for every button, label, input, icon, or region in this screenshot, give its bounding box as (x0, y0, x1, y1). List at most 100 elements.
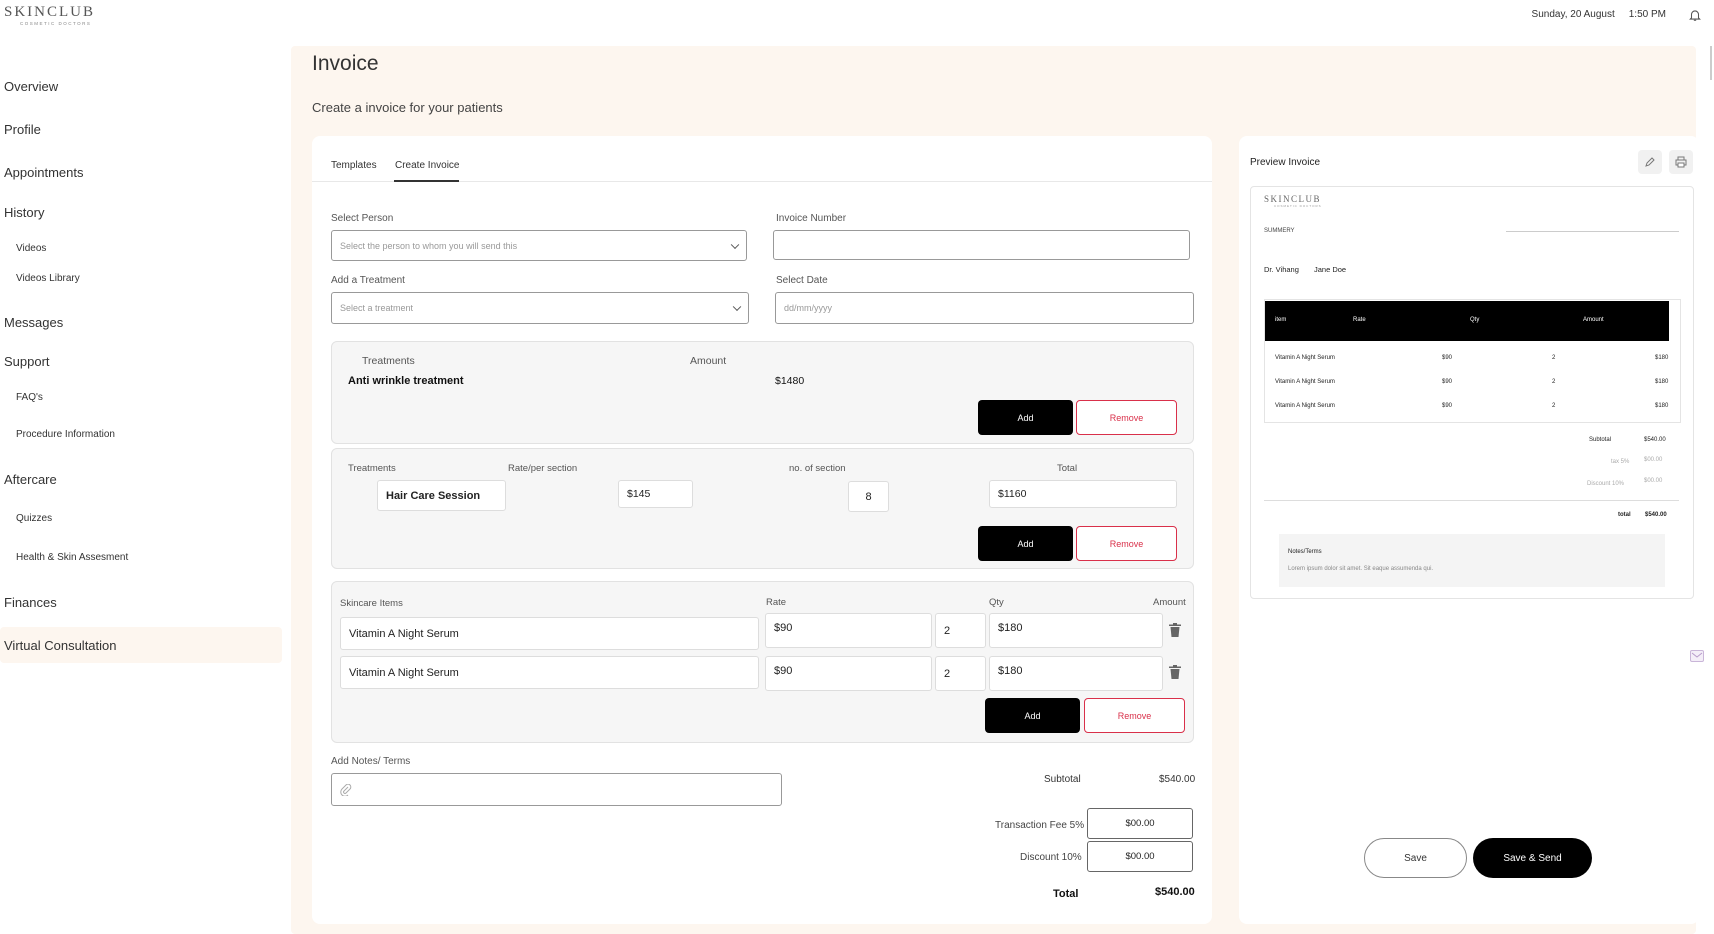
preview-total-label: total (1618, 512, 1631, 518)
printer-icon (1675, 156, 1687, 168)
preview-table-header (1265, 301, 1669, 341)
datetime: Sunday, 20 August 1:50 PM (1532, 9, 1666, 20)
skincare-rate-input[interactable]: $90 (765, 656, 932, 691)
skincare-amount-input[interactable]: $180 (989, 613, 1163, 648)
pencil-icon (1645, 157, 1655, 167)
preview-tax-value: $00.00 (1644, 457, 1663, 463)
col-amount: Amount (1153, 597, 1186, 608)
date-text: Sunday, 20 August (1531, 9, 1615, 20)
preview-row-rate: $90 (1442, 379, 1453, 385)
col-treatments: Treatments (348, 463, 396, 474)
preview-discount-value: $00.00 (1644, 478, 1663, 484)
preview-row-item: Vitamin A Night Serum (1275, 379, 1335, 385)
select-person-dropdown[interactable]: Select the person to whom you will send … (331, 230, 747, 261)
skincare-item-input[interactable]: Vitamin A Night Serum (340, 617, 759, 650)
select-person-placeholder: Select the person to whom you will send … (340, 240, 518, 251)
session-name-input[interactable]: Hair Care Session (377, 480, 506, 511)
col-skincare-items: Skincare Items (340, 598, 403, 609)
sidebar-item-messages[interactable]: Messages (4, 315, 63, 330)
preview-th-amount: Amount (1583, 317, 1604, 323)
treatment-dropdown[interactable]: Select a treatment (331, 292, 749, 324)
session-rate-input[interactable]: $145 (618, 480, 693, 508)
message-icon[interactable] (1690, 650, 1704, 662)
preview-notes-title: Notes/Terms (1288, 549, 1322, 555)
chevron-down-icon (730, 240, 740, 249)
preview-totals-divider (1264, 500, 1679, 501)
invoice-number-input[interactable] (773, 230, 1190, 260)
select-person-label: Select Person (331, 213, 394, 224)
date-input[interactable]: dd/mm/yyyy (775, 292, 1194, 324)
skincare-amount-input[interactable]: $180 (989, 656, 1163, 691)
preview-row-qty: 2 (1552, 403, 1556, 409)
preview-brand-tagline: COSMETIC DOCTORS (1274, 204, 1322, 208)
chevron-down-icon (732, 302, 742, 312)
edit-button[interactable] (1638, 150, 1662, 174)
remove-button[interactable]: Remove (1076, 526, 1177, 561)
sidebar-item-appointments[interactable]: Appointments (4, 165, 84, 180)
remove-button[interactable]: Remove (1076, 400, 1177, 435)
preview-row-qty: 2 (1552, 355, 1556, 361)
sidebar-item-videos[interactable]: Videos (16, 243, 46, 254)
attachment-icon[interactable] (340, 783, 352, 796)
col-treatments: Treatments (362, 355, 415, 367)
sidebar-item-videos-library[interactable]: Videos Library (16, 273, 80, 284)
sidebar-item-aftercare[interactable]: Aftercare (4, 472, 57, 487)
tab-create-invoice[interactable]: Create Invoice (395, 160, 459, 171)
treatment-placeholder: Select a treatment (340, 303, 414, 313)
skincare-rate-input[interactable]: $90 (765, 613, 932, 648)
trash-icon[interactable] (1169, 665, 1181, 679)
sidebar-item-quizzes[interactable]: Quizzes (16, 513, 52, 524)
sidebar-item-support[interactable]: Support (4, 354, 50, 369)
preview-row-item: Vitamin A Night Serum (1275, 403, 1335, 409)
tab-templates[interactable]: Templates (331, 160, 377, 171)
save-button[interactable]: Save (1364, 838, 1467, 878)
summary-divider (1506, 231, 1679, 232)
sidebar-item-procedure-information[interactable]: Procedure Information (16, 429, 115, 440)
notes-label: Add Notes/ Terms (331, 756, 411, 767)
col-rate: Rate (766, 597, 787, 608)
total-label: Total (1053, 888, 1079, 900)
session-total-input[interactable]: $1160 (989, 480, 1177, 508)
treatment-label: Add a Treatment (331, 275, 405, 286)
sidebar-item-profile[interactable]: Profile (4, 122, 41, 137)
sidebar-item-faqs[interactable]: FAQ's (16, 392, 43, 403)
subtotal-value: $540.00 (1159, 774, 1196, 785)
transaction-fee-label: Transaction Fee 5% (995, 820, 1085, 831)
preview-discount-label: Discount 10% (1587, 481, 1625, 487)
sidebar-item-finances[interactable]: Finances (4, 595, 57, 610)
preview-tax-label: tax 5% (1611, 459, 1630, 465)
preview-logo: SKINCLUB COSMETIC DOCTORS (1264, 194, 1322, 208)
sidebar-item-history[interactable]: History (4, 205, 44, 220)
col-rate: Rate/per section (508, 463, 578, 474)
trash-icon[interactable] (1169, 623, 1181, 637)
bell-icon[interactable] (1688, 8, 1702, 22)
preview-patient: Jane Doe (1314, 265, 1347, 274)
add-button[interactable]: Add (978, 400, 1073, 435)
notes-input[interactable] (331, 773, 782, 806)
skincare-qty-input[interactable]: 2 (935, 656, 986, 691)
add-button[interactable]: Add (985, 698, 1080, 733)
date-placeholder: dd/mm/yyyy (784, 303, 833, 313)
preview-subtotal-label: Subtotal (1589, 437, 1612, 443)
sidebar-item-overview[interactable]: Overview (4, 79, 58, 94)
add-button[interactable]: Add (978, 526, 1073, 561)
skincare-qty-input[interactable]: 2 (935, 613, 986, 648)
page-subtitle: Create a invoice for your patients (312, 100, 503, 115)
preview-row-amount: $180 (1655, 379, 1669, 385)
preview-notes-text: Lorem ipsum dolor sit amet. Sit eaque as… (1288, 566, 1434, 572)
scrollbar[interactable] (1710, 46, 1712, 80)
discount-input[interactable]: $00.00 (1087, 841, 1193, 872)
preview-row-amount: $180 (1655, 403, 1669, 409)
sidebar-item-health-skin[interactable]: Health & Skin Assesment (16, 552, 128, 563)
session-sections-input[interactable]: 8 (848, 481, 889, 512)
print-button[interactable] (1669, 150, 1693, 174)
transaction-fee-input[interactable]: $00.00 (1087, 808, 1193, 839)
sidebar-item-virtual-consultation[interactable]: Virtual Consultation (4, 638, 117, 653)
save-send-button[interactable]: Save & Send (1473, 838, 1592, 878)
col-amount: Amount (690, 355, 727, 367)
remove-button[interactable]: Remove (1084, 698, 1185, 733)
preview-row-amount: $180 (1655, 355, 1669, 361)
total-value: $540.00 (1155, 886, 1195, 898)
preview-doctor: Dr. Vihang (1264, 265, 1299, 274)
skincare-item-input[interactable]: Vitamin A Night Serum (340, 656, 759, 689)
